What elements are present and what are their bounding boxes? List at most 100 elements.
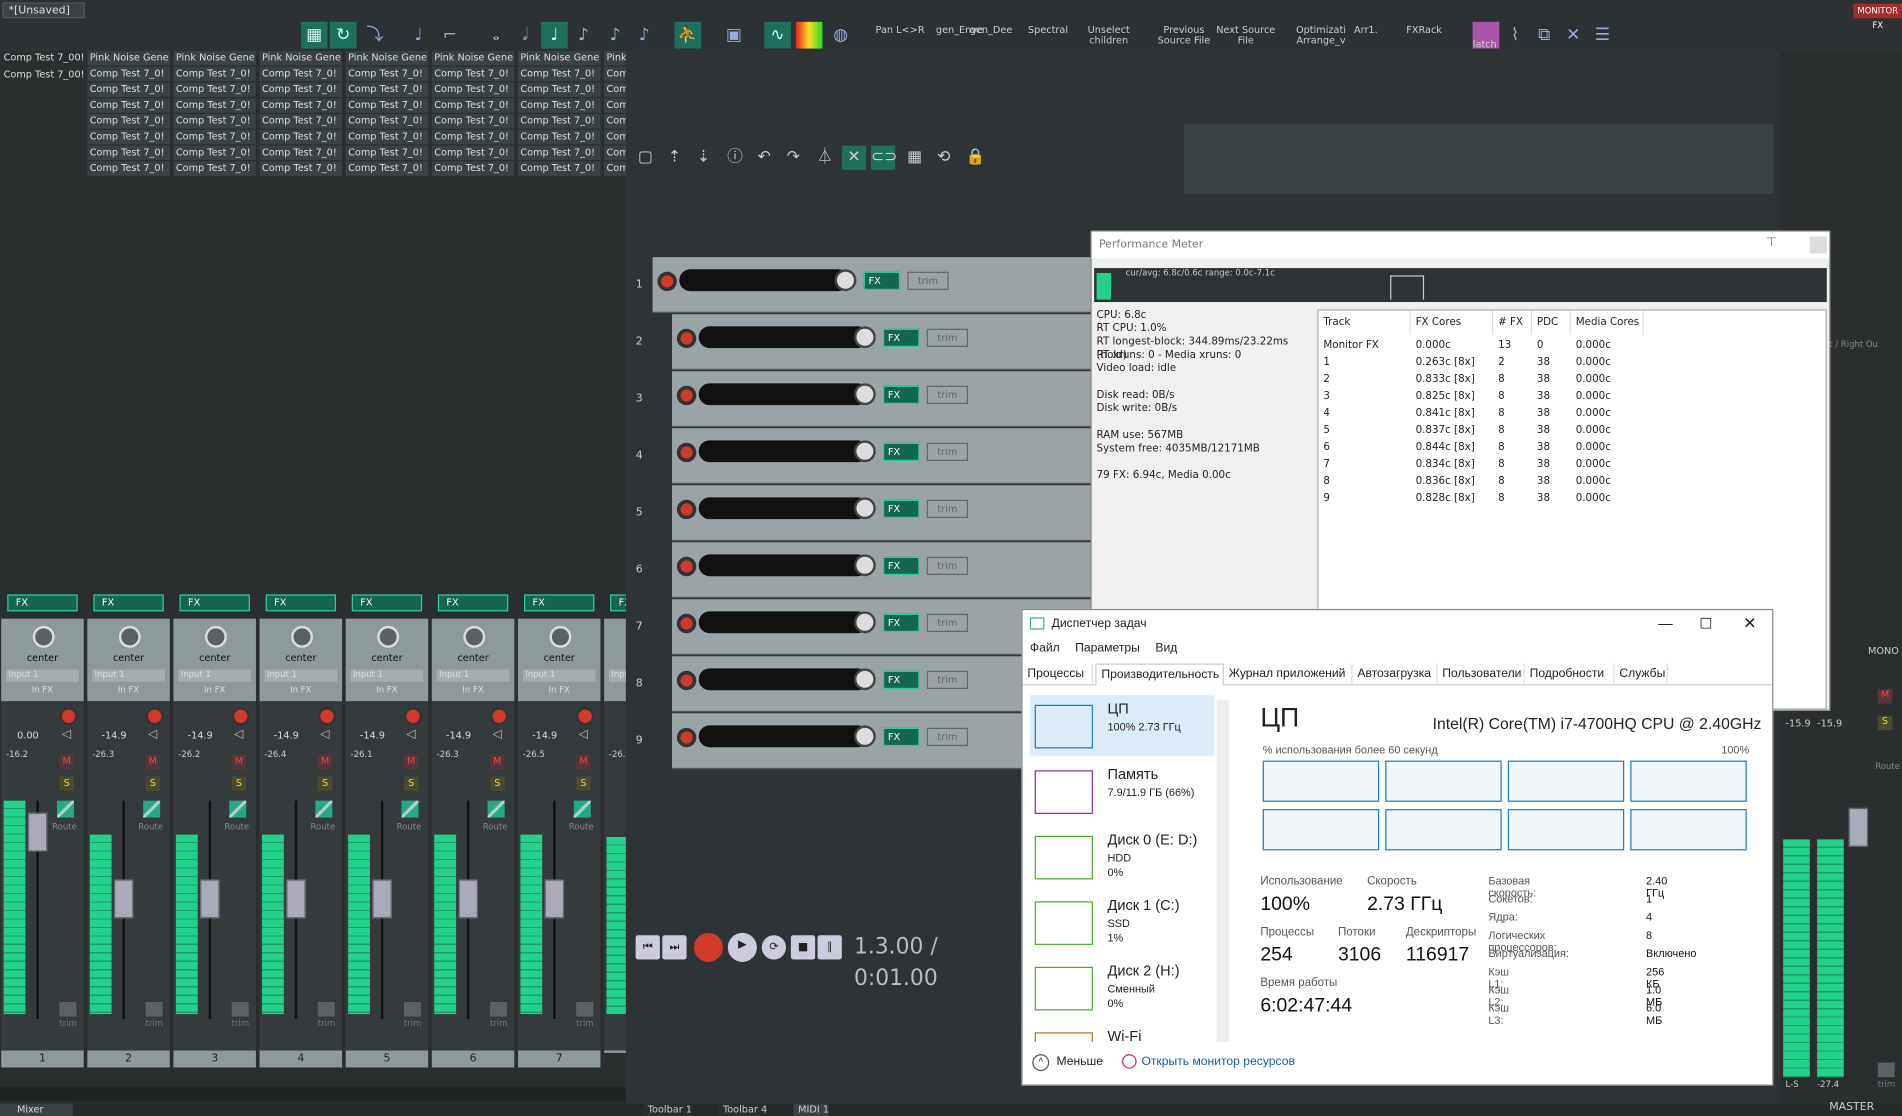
solo-button[interactable]: S [576, 776, 591, 791]
track-trim-button[interactable]: trim [926, 727, 968, 747]
spectrum-icon[interactable] [795, 21, 823, 49]
pan-knob[interactable] [549, 625, 572, 648]
input-label[interactable]: Input 1 [178, 669, 252, 682]
channel-name[interactable]: Comp Test 7_0! [345, 129, 429, 145]
fx-button[interactable]: FX [265, 594, 337, 612]
track-trim-button[interactable]: trim [926, 385, 968, 404]
volume-fader[interactable] [544, 879, 565, 919]
channel-name[interactable]: Comp Test 7_0! [87, 161, 170, 176]
record-arm-button[interactable] [490, 707, 509, 726]
channel-name[interactable]: Pink Noise Gene [517, 50, 601, 66]
menu-options[interactable]: Параметры [1075, 642, 1140, 655]
master-mute-button[interactable]: M [1877, 689, 1893, 704]
input-label[interactable]: Input 1 [436, 669, 510, 682]
sidebar-item[interactable]: ЦП 100% 2.73 ГГц [1029, 695, 1215, 756]
sidebar-item[interactable]: Диск 1 (C:) SSD 1% [1030, 892, 1214, 953]
track-name-field[interactable] [698, 383, 869, 406]
track-fx-button[interactable]: FX [883, 670, 920, 690]
list-icon[interactable]: ☰ [1589, 22, 1616, 49]
tab-midi-1[interactable]: MIDI 1 [793, 1103, 829, 1116]
channel-name[interactable]: Comp Test 7_0! [173, 145, 256, 161]
master-solo-button[interactable]: S [1877, 715, 1893, 731]
solo-button[interactable]: S [59, 776, 74, 791]
volume-fader[interactable] [286, 879, 306, 919]
volume-fader[interactable] [114, 879, 134, 919]
track-row[interactable]: 1 FX trim [636, 257, 1138, 313]
channel-name[interactable]: Comp Test 7_0! [173, 98, 256, 113]
track-trim-button[interactable]: trim [926, 328, 968, 347]
channel-name[interactable]: Comp Test 7_0! [87, 129, 170, 145]
input-label[interactable]: Input 1 [264, 669, 338, 682]
channel-name[interactable]: Comp Test 7_00! [1, 68, 84, 83]
tab-6[interactable]: Службы [1615, 663, 1668, 686]
pan-knob[interactable] [32, 625, 55, 648]
trim-icon[interactable] [576, 1001, 594, 1017]
stop-button[interactable]: ■ [790, 935, 816, 960]
fx-button[interactable]: FX [610, 594, 626, 612]
track-name-field[interactable] [698, 611, 869, 634]
volume-fader[interactable] [372, 879, 392, 919]
track-record-arm[interactable] [676, 613, 697, 634]
track-trim-button[interactable]: trim [907, 271, 949, 290]
tab-3[interactable]: Автозагрузка [1353, 663, 1438, 686]
channel-name[interactable]: Pink Noise Gene [431, 50, 515, 66]
fx-button[interactable]: FX [93, 594, 164, 612]
tab-5[interactable]: Подробности [1525, 663, 1615, 686]
timeline-ruler[interactable] [1183, 123, 1774, 195]
track-row[interactable]: 2 FX trim [636, 314, 1158, 370]
trim-icon[interactable] [59, 1001, 77, 1017]
channel-name[interactable]: Comp Test 7_0! [431, 98, 515, 113]
route-label[interactable]: Route [311, 822, 336, 832]
track-trim-button[interactable]: trim [926, 442, 968, 461]
track-trim-button[interactable]: trim [926, 670, 968, 690]
channel-name[interactable]: Comp Test 7_0! [87, 98, 170, 113]
track-volume-knob[interactable] [853, 383, 876, 406]
channel-name[interactable]: Comp Test 7_0! [345, 145, 429, 161]
fewer-details-link[interactable]: Меньше [1057, 1055, 1103, 1068]
solo-button[interactable]: S [490, 776, 505, 791]
track-row[interactable]: 4 FX trim [636, 428, 1158, 485]
channel-name[interactable]: Pink Noise Gene [173, 50, 256, 66]
track-record-arm[interactable] [676, 442, 697, 463]
route-icon[interactable] [573, 800, 591, 818]
track-name-field[interactable] [698, 668, 869, 691]
mute-button[interactable]: M [317, 754, 333, 770]
channel-name[interactable]: Comp Test 7_0! [604, 98, 626, 113]
tab-toolbar-4[interactable]: Toolbar 4 [718, 1103, 768, 1116]
channel-name[interactable]: Comp Test 7_0! [431, 161, 515, 176]
speaker-icon[interactable]: ◁ [492, 728, 501, 741]
pan-knob[interactable] [118, 625, 141, 648]
pan-knob[interactable] [204, 625, 227, 648]
track-fx-button[interactable]: FX [883, 613, 920, 632]
sixteenth-note-icon[interactable]: ♪ [602, 22, 629, 49]
toolbar-label-spectral[interactable]: Spectral [1019, 24, 1077, 35]
track-name-field[interactable] [698, 440, 869, 463]
mute-button[interactable]: M [403, 754, 419, 770]
speaker-icon[interactable]: ◁ [579, 728, 588, 741]
route-icon[interactable] [401, 800, 419, 818]
redo-icon[interactable]: ↷ [781, 146, 805, 170]
resource-monitor-link[interactable]: Открыть монитор ресурсов [1141, 1055, 1294, 1068]
infx-label[interactable]: In FX [173, 685, 255, 695]
channel-name[interactable]: Comp Test 7_0! [345, 114, 429, 129]
channel-name[interactable]: Comp Test 7_0! [431, 82, 515, 98]
track-volume-knob[interactable] [853, 326, 876, 349]
toolbar-label-prev-source[interactable]: Previous Source File [1152, 24, 1215, 46]
perf-column-header[interactable]: PDC [1532, 310, 1571, 335]
mute-button[interactable]: M [490, 754, 505, 770]
perf-close-icon[interactable] [1809, 236, 1827, 254]
undo-icon[interactable]: ↶ [752, 146, 776, 170]
channel-name[interactable]: Comp Test 7_0! [345, 98, 429, 113]
track-fx-button[interactable]: FX [883, 442, 920, 461]
channel-name[interactable]: Comp Test 7_0! [345, 161, 429, 176]
channel-name[interactable]: Comp Test 7_0! [431, 145, 515, 161]
master-fader[interactable] [1848, 807, 1869, 847]
mixer-tab[interactable]: Mixer [0, 1103, 73, 1116]
master-trim-icon[interactable] [1877, 1062, 1895, 1078]
solo-button[interactable]: S [317, 776, 333, 791]
track-volume-knob[interactable] [853, 668, 876, 691]
crossfade-icon[interactable]: ✕ [1560, 22, 1587, 49]
channel-number[interactable]: 3 [173, 1050, 256, 1068]
mute-button[interactable]: M [576, 754, 591, 770]
whole-note-icon[interactable]: 𝅝 [483, 22, 510, 49]
